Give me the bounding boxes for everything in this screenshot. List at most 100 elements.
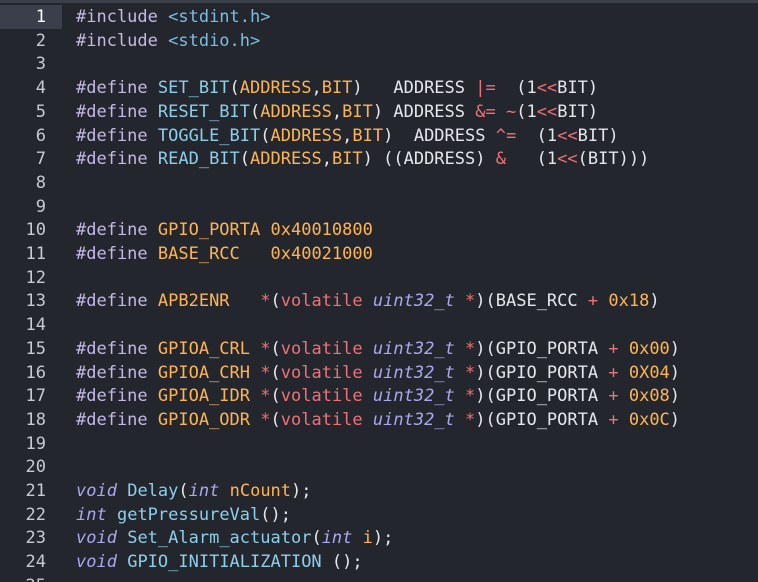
code-token: SET_BIT [157,78,230,99]
line-number: 14 [25,315,46,336]
code-token: << [536,101,558,122]
code-line[interactable]: #include <stdint.h> [76,5,270,29]
line-number: 8 [35,172,46,193]
code-token: ( [229,78,240,99]
code-token: ( [270,409,281,430]
code-token: (1 [495,78,537,99]
code-token: volatile [280,386,373,407]
code-line[interactable]: int getPressureVal(); [76,503,291,527]
code-token: BIT) [557,101,599,122]
code-token: GPIOA_IDR [157,386,251,407]
code-token: 0x18 [608,291,650,312]
code-token: )(BASE_RCC [475,291,588,312]
code-token: volatile [280,409,373,430]
code-token: #define [76,149,158,170]
line-number: 15 [25,338,46,359]
code-area[interactable]: #include <stdint.h> #include <stdio.h> #de… [62,3,758,582]
code-token: getPressureVal [116,504,261,525]
code-token: #define [76,291,158,312]
line-number: 5 [35,101,46,122]
code-token: <stdint.h> [168,7,271,27]
code-line[interactable]: void GPIO_INITIALIZATION (); [76,550,363,574]
code-token: ) [649,291,660,312]
line-number: 11 [25,244,46,264]
code-token: )(GPIO_PORTA [475,338,609,359]
code-token: #define [76,125,158,146]
code-token: * [260,291,271,312]
code-token: ) ADDRESS [383,125,496,146]
code-token: RESET_BIT [157,101,251,122]
line-number: 10 [25,220,46,241]
code-line[interactable]: #define GPIOA_CRL *(volatile uint32_t *)… [76,337,680,361]
code-line[interactable]: #define APB2ENR *(volatile uint32_t *)(B… [76,289,660,313]
code-line[interactable]: #include <stdio.h> [76,29,260,53]
code-token: Delay [127,481,179,501]
code-line[interactable]: #define BASE_RCC 0x40021000 [76,242,373,266]
code-token: * [260,386,271,407]
code-editor[interactable]: 1234567891011121314151617181920212223242… [0,0,758,582]
code-token: BIT) [557,78,599,99]
code-token: ( [270,362,281,383]
code-token: ~ [505,101,517,122]
code-line[interactable]: #define TOGGLE_BIT(ADDRESS,BIT) ADDRESS … [76,124,619,148]
line-number: 2 [35,30,46,51]
line-number: 20 [25,457,46,478]
code-token: uint32_t [372,291,455,312]
code-token: , [331,101,343,122]
line-number: 18 [25,409,46,430]
code-token: void [76,552,117,573]
code-token: )(GPIO_PORTA [475,386,609,407]
code-token: ) [669,386,681,407]
line-number-gutter: 1234567891011121314151617181920212223242… [0,3,62,582]
code-token: #define [76,338,158,359]
code-token: (BIT))) [577,149,650,170]
line-number: 21 [25,481,46,501]
code-token: int [321,528,353,549]
code-line[interactable]: #define GPIOA_IDR *(volatile uint32_t *)… [76,384,680,408]
code-token: + [608,362,619,383]
code-token: * [465,362,476,383]
code-line[interactable]: void Delay(int nCount); [76,479,312,503]
code-line[interactable]: void Set_Alarm_actuator(int i); [76,526,393,550]
code-token: + [608,409,619,430]
code-token: GPIOA_ODR [157,409,251,430]
code-line[interactable]: #define READ_BIT(ADDRESS,BIT) ((ADDRESS)… [76,147,649,171]
code-token: * [260,362,271,383]
code-token: &= [475,101,496,122]
code-line[interactable]: #define SET_BIT(ADDRESS,BIT) ADDRESS |= … [76,76,598,100]
code-token: ); [291,481,312,501]
code-line[interactable]: #define GPIOA_ODR *(volatile uint32_t *)… [76,408,680,432]
code-token: ( [250,101,261,122]
code-token: READ_BIT [157,149,240,170]
code-token: #define [76,386,158,407]
code-line[interactable]: #define GPIO_PORTA 0x40010800 [76,218,373,242]
code-line[interactable]: #define RESET_BIT(ADDRESS,BIT) ADDRESS &… [76,100,598,124]
code-line[interactable]: #define GPIOA_CRH *(volatile uint32_t *)… [76,361,680,385]
code-token: ADDRESS [260,101,332,122]
code-token: BIT [321,78,353,99]
code-token: 0X04 [628,362,670,383]
code-token: (1 [516,125,558,146]
code-token: ^= [495,125,517,146]
code-token: i [362,528,373,549]
code-token: (1 [505,149,558,170]
code-token: 0x08 [628,386,670,407]
code-token: void [76,528,117,549]
code-token: ) ADDRESS [352,78,476,99]
code-token: + [608,386,619,407]
code-token: ( [239,149,251,170]
code-token: ( [270,291,281,312]
line-number: 4 [35,78,46,99]
line-number: 1 [0,5,62,29]
line-number: 9 [35,196,46,217]
